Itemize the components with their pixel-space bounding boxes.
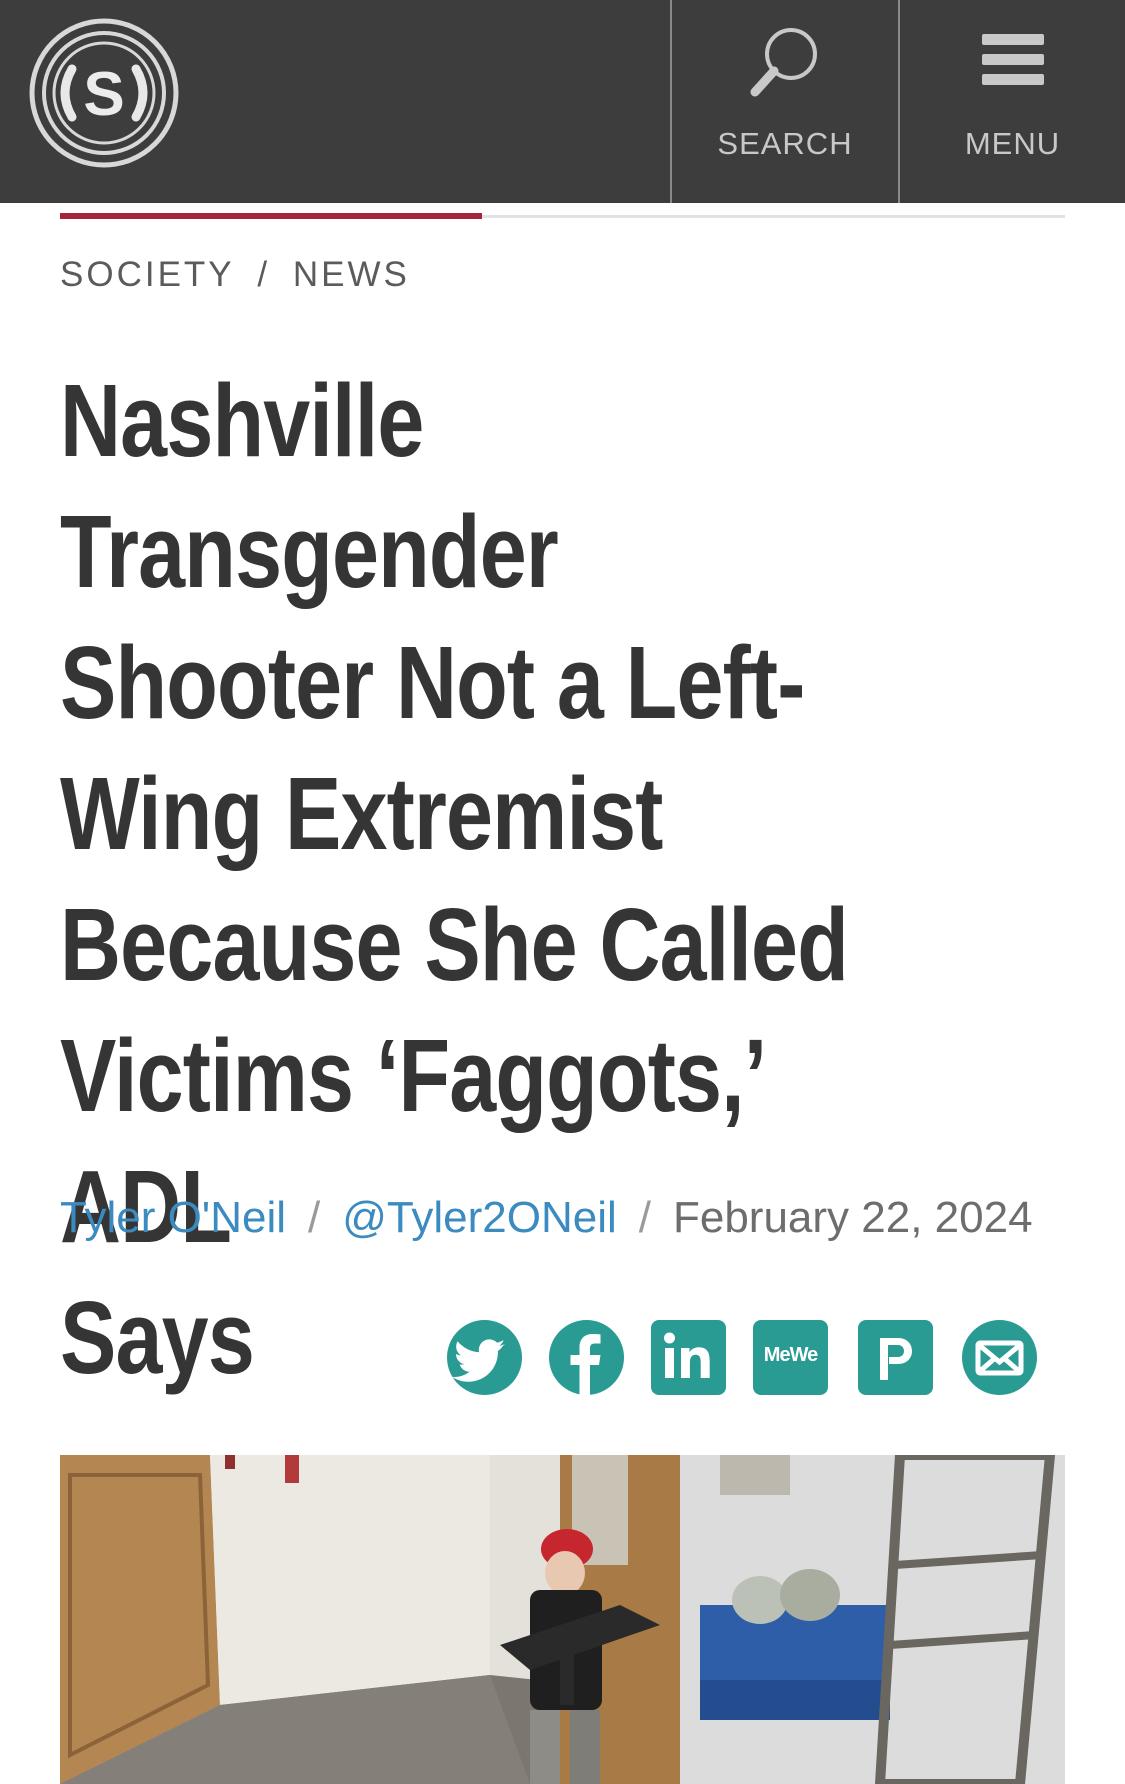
share-facebook-button[interactable] xyxy=(549,1320,624,1395)
facebook-icon xyxy=(570,1334,601,1395)
headline-line: Wing Extremist xyxy=(60,756,663,871)
menu-label: MENU xyxy=(964,126,1061,161)
headline-line: Because She Called xyxy=(60,887,849,1002)
breadcrumb: SOCIETY / NEWS xyxy=(60,255,410,295)
byline-separator: / xyxy=(638,1193,651,1242)
headline-line: Nashville Transgender xyxy=(60,363,559,609)
byline-separator: / xyxy=(308,1193,321,1242)
publish-date: February 22, 2024 xyxy=(672,1193,1033,1242)
menu-button[interactable]: MENU xyxy=(898,0,1125,203)
share-twitter-button[interactable] xyxy=(447,1320,522,1395)
search-label: SEARCH xyxy=(717,126,853,161)
share-email-button[interactable] xyxy=(962,1320,1037,1395)
byline: Tyler O'Neil / @Tyler2ONeil / February 22, 2… xyxy=(60,1193,1033,1243)
headline-line: Shooter Not a Left- xyxy=(60,625,805,740)
site-header: S SEARCH MENU xyxy=(0,0,1125,203)
reading-progress-fill xyxy=(60,213,483,219)
hamburger-icon xyxy=(980,22,1046,97)
search-icon xyxy=(745,22,825,107)
author-link[interactable]: Tyler O'Neil xyxy=(60,1193,286,1242)
share-parler-button[interactable] xyxy=(858,1320,933,1395)
article-hero-image[interactable] xyxy=(60,1455,1065,1784)
twitter-icon xyxy=(452,1339,505,1382)
search-button[interactable]: SEARCH xyxy=(670,0,898,203)
email-icon xyxy=(975,1340,1024,1376)
share-mewe-button[interactable]: MeWe xyxy=(753,1320,828,1395)
breadcrumb-subcategory[interactable]: NEWS xyxy=(293,255,410,295)
author-handle-link[interactable]: @Tyler2ONeil xyxy=(342,1193,617,1242)
article-headline-container: Nashville Transgender Shooter Not a Left… xyxy=(60,355,1070,1395)
site-logo[interactable]: S xyxy=(28,17,180,169)
breadcrumb-separator: / xyxy=(257,255,271,294)
parler-icon xyxy=(880,1338,912,1380)
mewe-icon: MeWe xyxy=(763,1344,818,1366)
article-headline: Nashville Transgender Shooter Not a Left… xyxy=(60,355,888,1403)
share-linkedin-button[interactable] xyxy=(651,1320,726,1395)
svg-text:S: S xyxy=(83,60,124,129)
linkedin-icon xyxy=(664,1332,710,1378)
hero-photo xyxy=(60,1455,1065,1784)
breadcrumb-category[interactable]: SOCIETY xyxy=(60,255,235,295)
